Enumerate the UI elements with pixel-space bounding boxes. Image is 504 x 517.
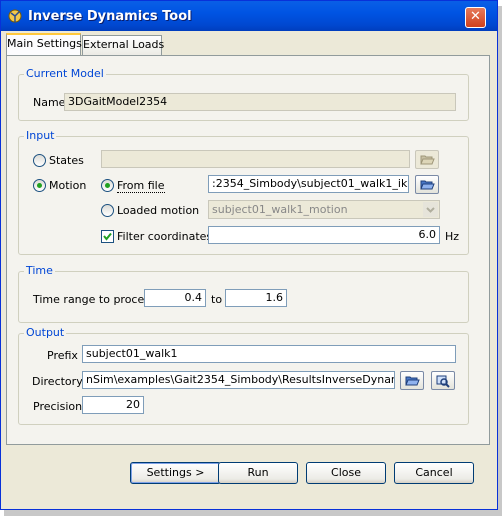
directory-view-button[interactable] <box>431 371 455 390</box>
motion-file-field[interactable]: :2354_Simbody\subject01_walk1_ik.mot <box>208 175 409 193</box>
filter-coordinates-checkbox[interactable] <box>101 230 114 243</box>
states-browse-button <box>415 150 439 169</box>
time-legend: Time <box>24 264 55 277</box>
window-title: Inverse Dynamics Tool <box>28 9 192 24</box>
from-file-radio[interactable] <box>101 179 114 192</box>
inverse-dynamics-window: Inverse Dynamics Tool ✕ Main Settings Ex… <box>0 0 498 510</box>
folder-open-icon <box>420 155 435 165</box>
loaded-motion-label: Loaded motion <box>117 204 200 217</box>
run-button[interactable]: Run <box>218 462 298 484</box>
directory-label: Directory <box>32 375 83 388</box>
states-radio[interactable] <box>33 154 46 167</box>
output-legend: Output <box>24 326 67 339</box>
states-file-field <box>101 150 410 168</box>
model-name-field: 3DGaitModel2354 <box>64 93 456 111</box>
filter-frequency-field[interactable]: 6.0 <box>208 226 440 244</box>
model-name-label: Name <box>33 96 66 109</box>
time-to-label: to <box>211 293 223 306</box>
close-icon: ✕ <box>470 9 481 24</box>
title-bar[interactable]: Inverse Dynamics Tool ✕ <box>1 1 497 31</box>
prefix-label: Prefix <box>47 349 78 362</box>
motion-radio[interactable] <box>33 179 46 192</box>
precision-label: Precision <box>33 400 83 413</box>
motion-file-browse-button[interactable] <box>415 175 439 194</box>
time-range-label: Time range to process <box>33 293 156 306</box>
tab-main-settings-label: Main Settings <box>7 37 82 50</box>
folder-open-icon <box>405 376 420 386</box>
settings-button[interactable]: Settings > <box>130 462 221 484</box>
prefix-field[interactable]: subject01_walk1 <box>82 345 456 363</box>
dropdown-arrow-icon <box>423 202 438 217</box>
precision-field[interactable]: 20 <box>82 396 144 414</box>
directory-field[interactable]: nSim\examples\Gait2354_Simbody\ResultsIn… <box>82 371 395 389</box>
close-button[interactable]: Close <box>306 462 386 484</box>
filter-unit-label: Hz <box>445 230 460 243</box>
time-start-field[interactable]: 0.4 <box>144 289 206 307</box>
current-model-legend: Current Model <box>24 67 106 80</box>
tab-external-loads[interactable]: External Loads <box>82 35 165 55</box>
browse-search-icon <box>436 375 450 388</box>
folder-open-icon <box>420 180 435 190</box>
cancel-button[interactable]: Cancel <box>394 462 474 484</box>
tab-external-loads-label: External Loads <box>83 38 165 51</box>
checkmark-icon <box>103 232 112 241</box>
loaded-motion-value: subject01_walk1_motion <box>212 203 348 216</box>
from-file-radio-dot <box>105 183 110 188</box>
loaded-motion-radio[interactable] <box>101 204 114 217</box>
close-window-button[interactable]: ✕ <box>465 7 486 28</box>
motion-radio-dot <box>37 183 42 188</box>
tab-main-settings[interactable]: Main Settings <box>6 33 82 55</box>
loaded-motion-select: subject01_walk1_motion <box>208 200 440 219</box>
input-legend: Input <box>24 129 57 142</box>
from-file-label: From file <box>117 179 165 193</box>
directory-browse-button[interactable] <box>400 371 424 390</box>
states-label: States <box>49 154 84 167</box>
filter-coordinates-label: Filter coordinates <box>117 230 213 243</box>
time-end-field[interactable]: 1.6 <box>225 289 287 307</box>
motion-label: Motion <box>49 179 87 192</box>
app-icon <box>8 9 22 23</box>
